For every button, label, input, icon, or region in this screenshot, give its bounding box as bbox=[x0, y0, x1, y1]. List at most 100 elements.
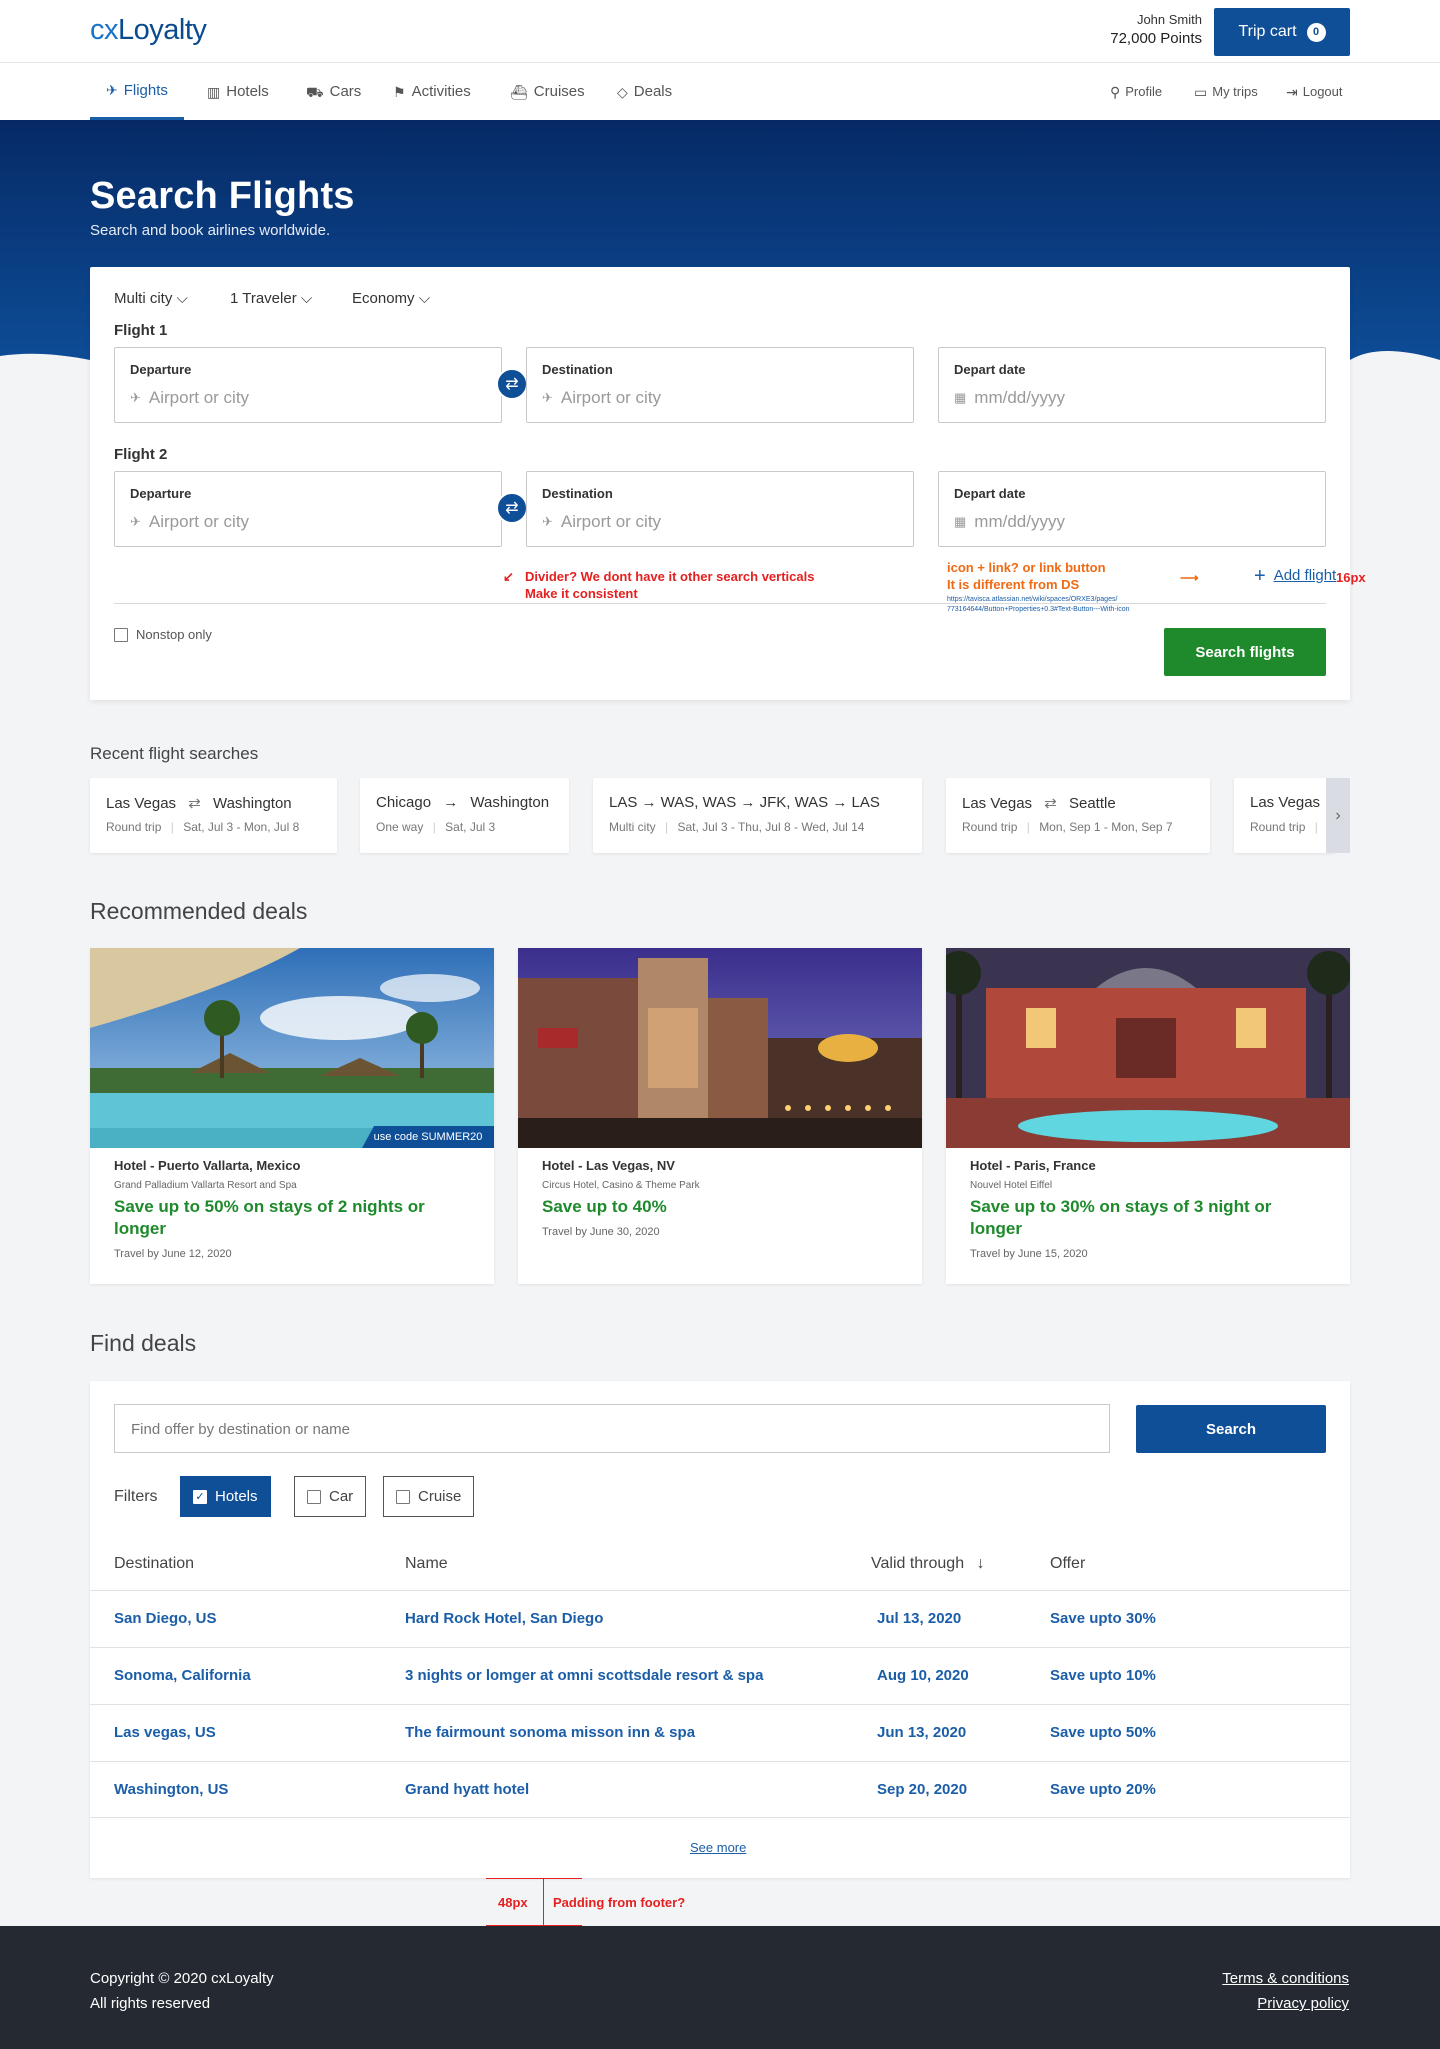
flight-2-date-field[interactable]: Depart date ▦ mm/dd/yyyy bbox=[938, 471, 1326, 547]
trip-cart-button[interactable]: Trip cart 0 bbox=[1214, 8, 1350, 56]
nav-item-cruises[interactable]: ⛴ Cruises bbox=[510, 63, 585, 120]
check-icon: ✓ bbox=[193, 1489, 207, 1504]
flight-2-destination-field[interactable]: Destination ✈ Airport or city bbox=[526, 471, 914, 547]
main-nav: ✈ Flights ▥ Hotels ⛟ Cars ⚑ Activities ⛴ Crui… bbox=[0, 63, 1440, 120]
building-icon: ▥ bbox=[207, 83, 221, 100]
chevron-down-icon: ⌵ bbox=[300, 290, 313, 307]
recent-search-card[interactable]: LAS → WAS, WAS → JFK, WAS → LAS Multi ci… bbox=[593, 778, 922, 853]
deal-image-resort-pool bbox=[90, 948, 494, 1148]
annotation-link[interactable]: https://tavisca.atlassian.net/wiki/space… bbox=[947, 595, 1130, 615]
flight-1-label: Flight 1 bbox=[114, 322, 168, 339]
plane-icon: ✈ bbox=[106, 82, 118, 98]
annotation-arrow-icon: ⟶ bbox=[1180, 570, 1199, 585]
chevron-down-icon: ⌵ bbox=[176, 290, 188, 307]
nav-item-activities[interactable]: ⚑ Activities bbox=[393, 63, 471, 120]
nav-item-cars[interactable]: ⛟ Cars bbox=[306, 63, 361, 120]
deal-card[interactable]: Hotel - Las Vegas, NV Circus Hotel, Casi… bbox=[518, 948, 922, 1284]
table-row[interactable]: Washington, US Grand hyatt hotel Sep 20,… bbox=[90, 1761, 1350, 1818]
deal-card[interactable]: use code SUMMER20 Hotel - Puerto Vallart… bbox=[90, 948, 494, 1284]
logo[interactable]: cxLoyalty bbox=[90, 14, 207, 47]
deal-kind: Hotel - Puerto Vallarta, Mexico bbox=[114, 1158, 301, 1173]
plus-icon: + bbox=[1254, 565, 1266, 587]
deal-travel-date: Travel by June 30, 2020 bbox=[542, 1226, 660, 1238]
swap-button[interactable]: ⇄ bbox=[496, 492, 528, 524]
chevron-right-icon: › bbox=[1335, 806, 1341, 824]
see-more-link[interactable]: See more bbox=[690, 1840, 746, 1855]
calendar-icon: ▦ bbox=[954, 514, 967, 529]
filter-hotels[interactable]: ✓ Hotels bbox=[180, 1476, 271, 1517]
swap-button[interactable]: ⇄ bbox=[496, 368, 528, 400]
annotation-line bbox=[486, 1878, 582, 1879]
travelers-dropdown[interactable]: 1 Traveler ⌵ bbox=[230, 290, 312, 307]
promo-code-badge: use code SUMMER20 bbox=[362, 1126, 494, 1148]
nav-my-trips[interactable]: ▭ My trips bbox=[1194, 63, 1258, 120]
user-name: John Smith bbox=[1136, 12, 1202, 27]
flight-2-departure-field[interactable]: Departure ✈ Airport or city bbox=[114, 471, 502, 547]
table-row[interactable]: Sonoma, California 3 nights or lomger at… bbox=[90, 1647, 1350, 1704]
deal-kind: Hotel - Las Vegas, NV bbox=[542, 1158, 675, 1173]
filters-label: Filters bbox=[114, 1488, 158, 1505]
deal-search-input[interactable]: Find offer by destination or name bbox=[114, 1404, 1110, 1453]
tag-icon: ◇ bbox=[617, 83, 628, 100]
filter-cruise[interactable]: Cruise bbox=[383, 1476, 475, 1517]
logout-icon: ⇥ bbox=[1286, 83, 1298, 100]
flight-2-label: Flight 2 bbox=[114, 446, 168, 463]
column-header-valid-through[interactable]: Valid through ↓ bbox=[871, 1555, 985, 1573]
sort-down-icon: ↓ bbox=[976, 1555, 985, 1572]
user-info: John Smith 72,000 Points bbox=[1110, 12, 1202, 47]
deal-travel-date: Travel by June 12, 2020 bbox=[114, 1248, 232, 1260]
flight-1-departure-field[interactable]: Departure ✈ Airport or city bbox=[114, 347, 502, 423]
footer-links: Terms & conditions Privacy policy bbox=[1222, 1966, 1349, 2016]
add-flight-link[interactable]: + Add flight bbox=[1254, 565, 1336, 588]
landing-icon: ✈ bbox=[542, 390, 553, 405]
deal-offer: Save up to 50% on stays of 2 nights or l… bbox=[114, 1197, 425, 1238]
page-subtitle: Search and book airlines worldwide. bbox=[90, 222, 331, 239]
flight-search-card: Multi city ⌵ 1 Traveler ⌵ Economy ⌵ Flig… bbox=[90, 267, 1366, 700]
nonstop-checkbox[interactable]: Nonstop only bbox=[114, 627, 212, 642]
cabin-dropdown[interactable]: Economy ⌵ bbox=[352, 290, 430, 307]
annotation-icon-link: icon + link? or link button It is differ… bbox=[947, 560, 1106, 592]
round-trip-icon: ⇄ bbox=[188, 795, 201, 812]
recent-search-card[interactable]: Chicago → Washington One way | Sat, Jul … bbox=[360, 778, 569, 853]
search-flights-button[interactable]: Search flights bbox=[1164, 628, 1326, 676]
ship-icon: ⛴ bbox=[510, 83, 528, 100]
recent-search-card[interactable]: Las Vegas Round trip | bbox=[1234, 778, 1334, 853]
annotation-arrow-icon: ↙ bbox=[503, 569, 514, 584]
nav-item-flights[interactable]: ✈ Flights bbox=[90, 63, 184, 120]
find-deals-title: Find deals bbox=[90, 1330, 197, 1356]
flight-1-date-field[interactable]: Depart date ▦ mm/dd/yyyy bbox=[938, 347, 1326, 423]
filter-car[interactable]: Car bbox=[294, 1476, 367, 1517]
page-title: Search Flights bbox=[90, 175, 355, 217]
deal-kind: Hotel - Paris, France bbox=[970, 1158, 1096, 1173]
privacy-link[interactable]: Privacy policy bbox=[1222, 1991, 1349, 2016]
arrow-right-icon: → bbox=[443, 794, 459, 811]
column-header-name: Name bbox=[405, 1555, 448, 1572]
divider bbox=[114, 603, 1326, 604]
swap-icon: ⇄ bbox=[505, 500, 519, 517]
cart-count-badge: 0 bbox=[1306, 22, 1326, 42]
trip-type-dropdown[interactable]: Multi city ⌵ bbox=[114, 290, 188, 307]
nav-logout[interactable]: ⇥ Logout bbox=[1286, 63, 1343, 120]
deal-name: Circus Hotel, Casino & Theme Park bbox=[542, 1180, 700, 1191]
table-row[interactable]: Las vegas, US The fairmount sonoma misso… bbox=[90, 1704, 1350, 1761]
recommended-deals-title: Recommended deals bbox=[90, 898, 308, 924]
recent-search-card[interactable]: Las Vegas ⇄ Seattle Round trip | Mon, Se… bbox=[946, 778, 1210, 853]
nav-item-deals[interactable]: ◇ Deals bbox=[617, 63, 672, 120]
annotation-padding-value: 48px bbox=[498, 1895, 528, 1910]
carousel-next-button[interactable]: › bbox=[1326, 778, 1350, 853]
nav-profile[interactable]: ⚲ Profile bbox=[1110, 63, 1162, 120]
flag-icon: ⚑ bbox=[393, 83, 406, 100]
terms-link[interactable]: Terms & conditions bbox=[1222, 1966, 1349, 1991]
deal-name: Nouvel Hotel Eiffel bbox=[970, 1180, 1053, 1191]
deal-offer: Save up to 30% on stays of 3 night or lo… bbox=[970, 1197, 1272, 1238]
chevron-down-icon: ⌵ bbox=[418, 290, 431, 307]
deal-card[interactable]: Hotel - Paris, France Nouvel Hotel Eiffe… bbox=[946, 948, 1350, 1284]
nav-item-hotels[interactable]: ▥ Hotels bbox=[207, 63, 269, 120]
annotation-padding-note: Padding from footer? bbox=[553, 1895, 686, 1910]
calendar-icon: ▦ bbox=[954, 390, 967, 405]
recent-search-card[interactable]: Las Vegas ⇄ Washington Round trip | Sat,… bbox=[90, 778, 337, 853]
column-header-offer: Offer bbox=[1050, 1555, 1086, 1572]
deal-search-button[interactable]: Search bbox=[1136, 1405, 1326, 1453]
table-row[interactable]: San Diego, US Hard Rock Hotel, San Diego… bbox=[90, 1590, 1350, 1647]
flight-1-destination-field[interactable]: Destination ✈ Airport or city bbox=[526, 347, 914, 423]
